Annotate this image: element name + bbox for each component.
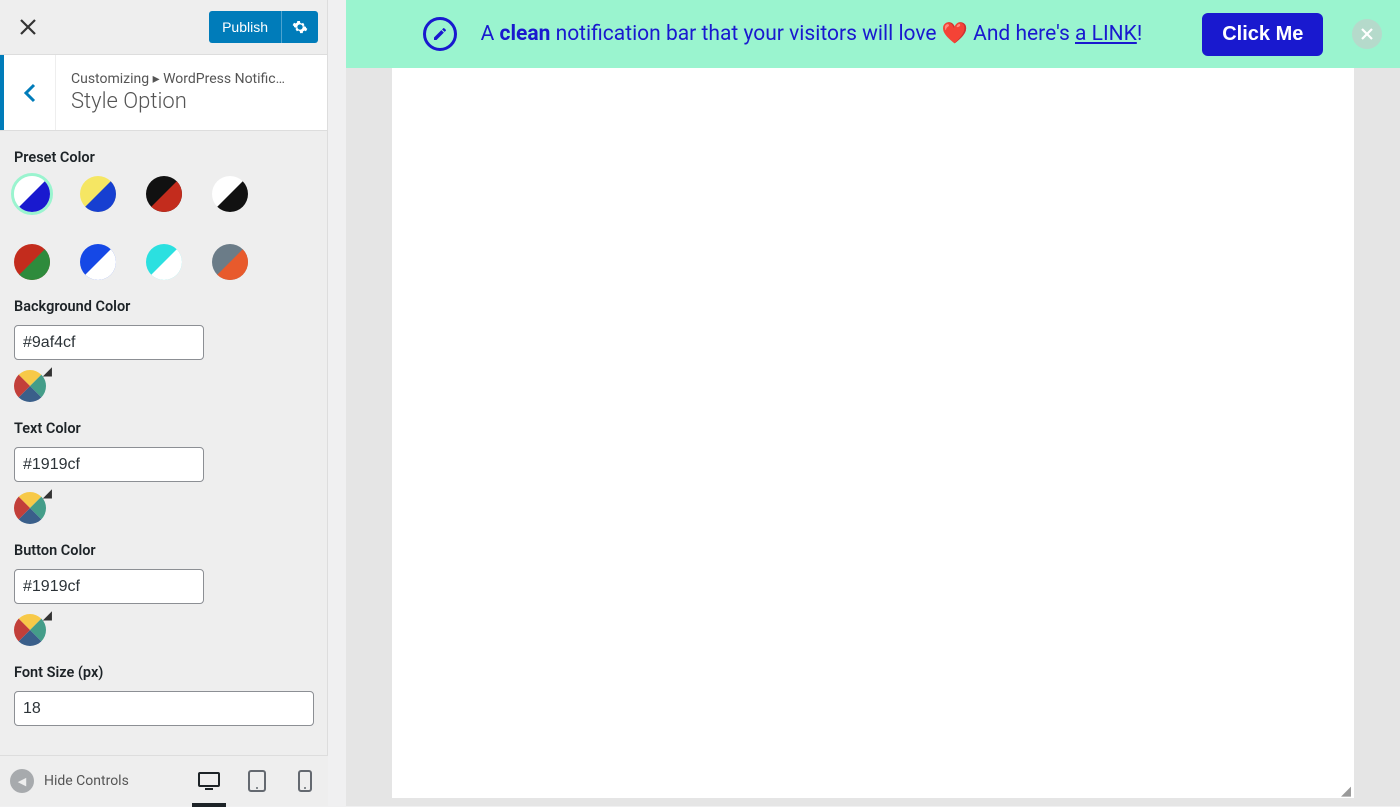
hide-controls-button[interactable]: ◀ Hide Controls [10, 769, 129, 793]
background-color-label: Background Color [14, 298, 313, 315]
mobile-icon [298, 770, 312, 792]
close-icon [19, 18, 37, 36]
text-color-picker[interactable]: ◢ [14, 492, 46, 524]
text-color-label: Text Color [14, 420, 313, 437]
preset-swatch-5[interactable] [80, 244, 116, 280]
panel-title: Style Option [71, 89, 312, 114]
device-desktop-button[interactable] [196, 768, 222, 794]
preset-swatch-3[interactable] [212, 176, 248, 212]
font-size-label: Font Size (px) [14, 664, 313, 681]
preset-color-label: Preset Color [14, 149, 313, 166]
notification-cta-button[interactable]: Click Me [1202, 13, 1323, 56]
publish-settings-button[interactable] [281, 11, 318, 43]
button-color-input[interactable] [14, 569, 204, 604]
preset-swatch-2[interactable] [146, 176, 182, 212]
notification-close-button[interactable] [1352, 19, 1382, 49]
text-color-input[interactable] [14, 447, 204, 482]
preset-swatch-1[interactable] [80, 176, 116, 212]
desktop-icon [197, 769, 221, 793]
close-customizer-button[interactable] [15, 14, 41, 40]
gear-icon [292, 19, 308, 35]
publish-button[interactable]: Publish [209, 11, 281, 43]
preset-swatch-0[interactable] [14, 176, 50, 212]
notification-link[interactable]: a LINK [1075, 22, 1137, 46]
breadcrumb: Customizing ▸ WordPress Notific… [71, 71, 312, 87]
preset-swatch-7[interactable] [212, 244, 248, 280]
collapse-icon: ◀ [10, 769, 34, 793]
pencil-icon [432, 26, 448, 42]
preset-swatch-4[interactable] [14, 244, 50, 280]
eyedropper-icon: ◢ [43, 608, 52, 622]
notification-bar: A clean notification bar that your visit… [346, 0, 1400, 68]
device-tablet-button[interactable] [244, 768, 270, 794]
eyedropper-icon: ◢ [43, 486, 52, 500]
sidebar-footer: ◀ Hide Controls [0, 755, 328, 806]
background-color-picker[interactable]: ◢ [14, 370, 46, 402]
preset-swatch-6[interactable] [146, 244, 182, 280]
button-color-label: Button Color [14, 542, 313, 559]
eyedropper-icon: ◢ [43, 364, 52, 378]
panel-body: Preset Color Background Color ◢ Text Col… [0, 131, 327, 755]
notification-edit-icon[interactable] [423, 17, 457, 51]
hide-controls-label: Hide Controls [44, 773, 129, 789]
device-mobile-button[interactable] [292, 768, 318, 794]
preview-content: ◢ [392, 68, 1354, 798]
background-color-input[interactable] [14, 325, 204, 360]
back-button[interactable] [0, 55, 56, 130]
font-size-input[interactable] [14, 691, 314, 726]
sidebar-header: Publish [0, 0, 327, 55]
panel-header: Customizing ▸ WordPress Notific… Style O… [0, 55, 327, 131]
close-icon [1361, 28, 1373, 40]
resize-handle[interactable]: ◢ [1341, 789, 1351, 796]
heart-icon: ❤️ [942, 22, 968, 46]
customizer-sidebar: Publish Customizing ▸ WordPress Notific…… [0, 0, 328, 755]
tablet-icon [247, 770, 267, 792]
notification-text: A clean notification bar that your visit… [481, 22, 1143, 46]
chevron-left-icon [23, 82, 37, 104]
preview-pane: A clean notification bar that your visit… [346, 0, 1400, 806]
button-color-picker[interactable]: ◢ [14, 614, 46, 646]
preset-color-swatches [14, 176, 313, 280]
